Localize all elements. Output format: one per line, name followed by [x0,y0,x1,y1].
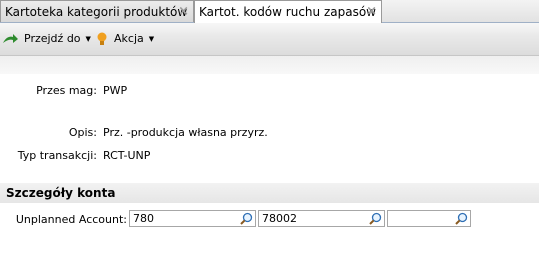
tab-bar: Kartoteka kategorii produktów × Kartot. … [0,0,539,23]
magnifier-icon[interactable] [455,212,468,225]
przes-mag-label: Przes mag: [36,84,97,97]
account-segment-1-input[interactable] [130,211,255,226]
goto-label: Przejdź do [24,32,81,45]
account-segment-2-input[interactable] [259,211,384,226]
account-segment-2-field[interactable] [258,210,385,227]
account-segment-3-field[interactable] [387,210,471,227]
typ-transakcji-label: Typ transakcji: [17,149,97,162]
tab-inventory-codes[interactable]: Kartot. kodów ruchu zapasów × [194,0,382,23]
opis-label: Opis: [68,126,97,139]
magnifier-icon[interactable] [240,212,253,225]
green-arrow-icon [3,34,18,43]
tab-bar-fill [382,0,539,22]
unplanned-account-label: Unplanned Account: [15,213,127,226]
chevron-down-icon: ▼ [85,35,91,43]
close-icon[interactable]: × [178,1,189,23]
action-menu-button[interactable]: Akcja ▼ [96,23,154,55]
tab-product-categories[interactable]: Kartoteka kategorii produktów × [0,0,194,22]
typ-transakcji-value: RCT-UNP [103,149,151,162]
account-segment-1-field[interactable] [129,210,256,227]
przes-mag-value: PWP [103,84,128,97]
tab-label: Kartoteka kategorii produktów [5,5,188,19]
opis-value: Prz. -produkcja własna przyrz. [103,126,268,139]
section-title: Szczegóły konta [6,186,116,200]
action-label: Akcja [114,32,144,45]
toolbar: Przejdź do ▼ Akcja ▼ [0,23,539,56]
tab-label: Kartot. kodów ruchu zapasów [199,5,376,19]
goto-menu-button[interactable]: Przejdź do ▼ [2,23,91,55]
close-icon[interactable]: × [366,1,377,23]
section-header: Szczegóły konta [0,183,539,203]
lightbulb-icon [97,32,107,45]
chevron-down-icon: ▼ [148,35,155,43]
magnifier-icon[interactable] [369,212,382,225]
toolbar-band [0,56,539,74]
